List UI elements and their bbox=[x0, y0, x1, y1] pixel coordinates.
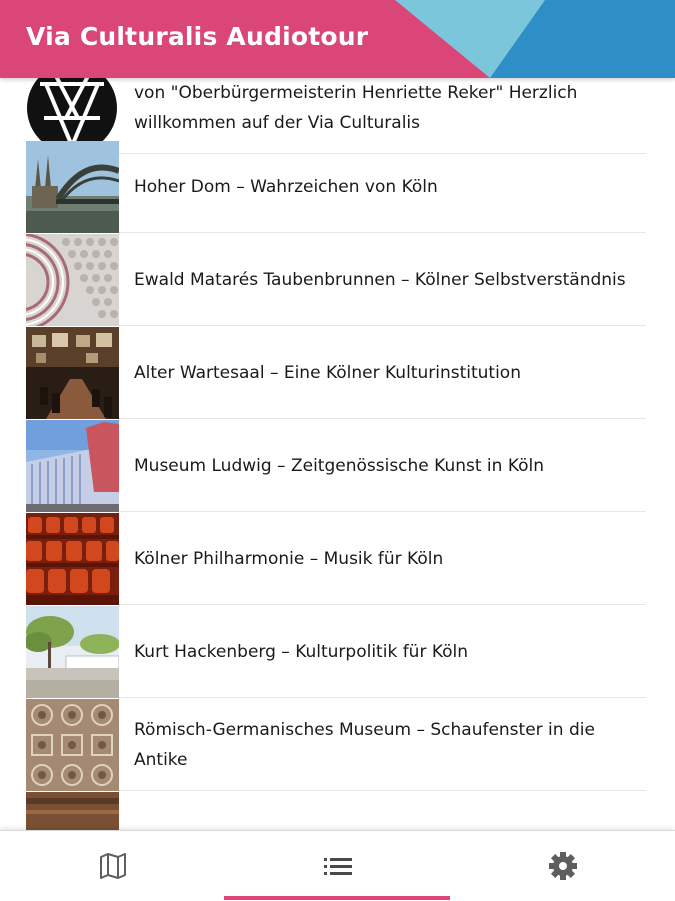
app-header: Via Culturalis Audiotour bbox=[0, 0, 675, 78]
hall-photo bbox=[26, 327, 119, 419]
list-item[interactable]: Museum Ludwig – Zeitgenössische Kunst in… bbox=[26, 420, 646, 512]
list-item[interactable]: Kurt Hackenberg – Kulturpolitik für Köln bbox=[26, 606, 646, 698]
cathedral-photo bbox=[26, 141, 119, 233]
list-item-label: Römisch-Germanisches Museum – Schaufenst… bbox=[134, 719, 595, 770]
fountain-photo bbox=[26, 234, 119, 326]
list-item[interactable]: Hoher Dom – Wahrzeichen von Köln bbox=[26, 141, 646, 233]
nav-map-button[interactable] bbox=[0, 831, 225, 901]
plaza-photo bbox=[26, 606, 119, 698]
map-icon bbox=[99, 853, 126, 879]
list-item-label: von "Oberbürgermeisterin Henriette Reker… bbox=[134, 82, 578, 133]
list-item[interactable]: Kölner Philharmonie – Musik für Köln bbox=[26, 513, 646, 605]
list-item-label: Kölner Philharmonie – Musik für Köln bbox=[134, 548, 444, 569]
list-item-label: Hoher Dom – Wahrzeichen von Köln bbox=[134, 176, 438, 197]
nav-settings-button[interactable] bbox=[450, 831, 675, 901]
app-title: Via Culturalis Audiotour bbox=[26, 22, 369, 51]
gear-icon bbox=[548, 852, 577, 880]
mosaic-photo bbox=[26, 699, 119, 791]
concert-seats-photo bbox=[26, 513, 119, 605]
bottom-navigation bbox=[0, 830, 675, 901]
list-item[interactable]: Römisch-Germanisches Museum – Schaufenst… bbox=[26, 699, 646, 791]
list-item-label: Alter Wartesaal – Eine Kölner Kulturinst… bbox=[134, 362, 521, 383]
list-item[interactable]: Ewald Matarés Taubenbrunnen – Kölner Sel… bbox=[26, 234, 646, 326]
list-item-label: Museum Ludwig – Zeitgenössische Kunst in… bbox=[134, 455, 545, 476]
list-item-label: Ewald Matarés Taubenbrunnen – Kölner Sel… bbox=[134, 269, 626, 290]
list-item-label: Kurt Hackenberg – Kulturpolitik für Köln bbox=[134, 641, 469, 662]
list-icon bbox=[323, 858, 352, 875]
list-item[interactable] bbox=[26, 792, 646, 830]
museum-photo bbox=[26, 420, 119, 512]
active-tab-indicator bbox=[224, 896, 450, 900]
list-item[interactable]: Alter Wartesaal – Eine Kölner Kulturinst… bbox=[26, 327, 646, 419]
partial-photo bbox=[26, 792, 119, 830]
tour-list[interactable]: von "Oberbürgermeisterin Henriette Reker… bbox=[0, 78, 675, 830]
nav-list-button[interactable] bbox=[225, 831, 450, 901]
